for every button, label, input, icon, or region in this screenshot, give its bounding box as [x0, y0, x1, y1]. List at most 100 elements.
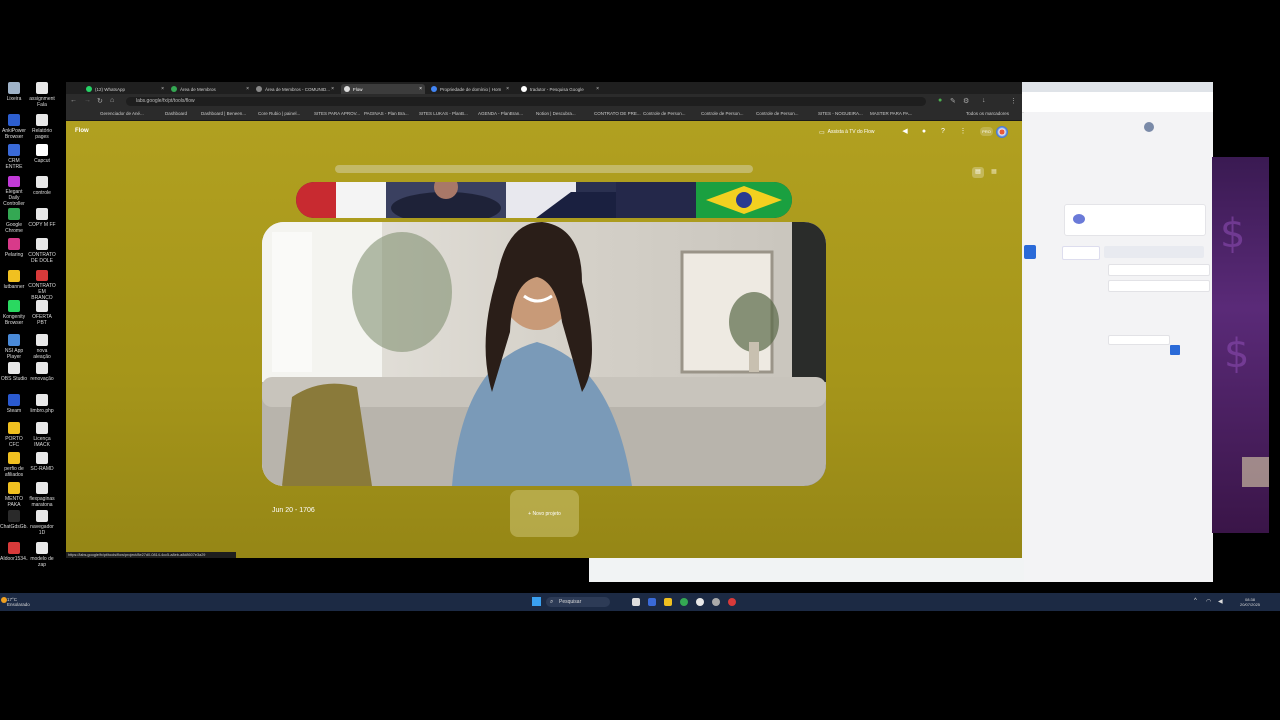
pencil-icon[interactable]: ✎ — [950, 97, 956, 105]
file-explorer-icon[interactable] — [664, 598, 672, 606]
bookmark-item[interactable]: Controle de Person... — [701, 111, 744, 116]
taskbar-search[interactable]: ⌕ Pesquisar — [546, 597, 610, 607]
desktop-icon[interactable]: lutbanner — [0, 270, 28, 300]
app-title[interactable]: Flow — [75, 128, 89, 134]
bookmark-item[interactable]: Dashboard | Beneen... — [201, 111, 246, 116]
date-field[interactable] — [1108, 335, 1170, 345]
system-clock[interactable]: 08:38 20/07/2025 — [1240, 597, 1260, 607]
bookmark-item[interactable]: Gerenciador de Ané... — [100, 111, 144, 116]
back-arrow-icon[interactable]: ← — [70, 97, 77, 104]
discord-icon[interactable]: ● — [920, 128, 928, 136]
secondary-button[interactable] — [1062, 246, 1100, 260]
bookmark-item[interactable]: SITES PARA APROV... — [314, 111, 360, 116]
desktop-icon[interactable]: OFERTA PBT — [28, 300, 56, 330]
desktop-icon[interactable]: AnkiPower Browser — [0, 114, 28, 144]
desktop-icon[interactable]: renovação — [28, 362, 56, 392]
avatar[interactable] — [1144, 122, 1154, 132]
tab-close-icon[interactable]: × — [161, 86, 164, 92]
tab-close-icon[interactable]: × — [246, 86, 249, 92]
extension-icon[interactable]: ● — [938, 97, 942, 104]
bookmark-item[interactable]: Controle de Person... — [756, 111, 799, 116]
desktop-icon[interactable]: CONTRATO EM BRANCO — [28, 270, 56, 300]
desktop-icon[interactable]: CRM ENTRE — [0, 144, 28, 174]
desktop-icon[interactable]: Capcut — [28, 144, 56, 174]
desktop-icon[interactable]: navegador 1D — [28, 510, 56, 540]
bookmark-item[interactable]: SITES - NOGUEIRA... — [818, 111, 863, 116]
obs-icon[interactable] — [712, 598, 720, 606]
chrome-icon[interactable] — [680, 598, 688, 606]
bookmark-item[interactable]: AGENDA - PlanBran... — [478, 111, 523, 116]
new-item-button[interactable] — [1104, 246, 1204, 258]
desktop-icon[interactable]: Licença IMACK — [28, 422, 56, 452]
desktop-icon[interactable]: OBS Studio — [0, 362, 28, 392]
home-icon[interactable]: ⌂ — [110, 97, 114, 104]
tab-0[interactable]: (12) WhatsApp × — [83, 84, 167, 94]
bookmark-item[interactable]: CONTRATO DE PRE... — [594, 111, 641, 116]
desktop-icon[interactable]: CONTRATO DE DOLE — [28, 238, 56, 268]
bookmark-item[interactable]: SITES LUKAS - PlanB... — [419, 111, 468, 116]
puzzle-icon[interactable]: ⚙ — [963, 97, 969, 105]
new-project-button[interactable]: + Novo projeto — [510, 490, 579, 537]
desktop-icon[interactable]: NSI App Player — [0, 334, 28, 364]
desktop-icon[interactable]: AIdoor1534... — [0, 542, 28, 572]
video-thumbnail[interactable] — [296, 182, 792, 218]
filter-select[interactable] — [1108, 280, 1210, 292]
desktop-icon[interactable]: Elegant Daily Controller — [0, 176, 28, 206]
task-view-icon[interactable] — [632, 598, 640, 606]
desktop-icon[interactable]: modelo de zap — [28, 542, 56, 572]
app-icon[interactable] — [648, 598, 656, 606]
windows-start-icon[interactable] — [532, 597, 541, 606]
menu-dots-icon[interactable]: ⋮ — [1010, 97, 1017, 105]
tab-2[interactable]: Área de Membros - COMUNID... × — [253, 84, 337, 94]
url-field[interactable]: labs.google/fx/pt/tools/flow — [126, 97, 926, 106]
list-view-icon[interactable]: ▦ — [988, 167, 1000, 178]
video-preview[interactable] — [262, 222, 826, 486]
tab-3[interactable]: Flow × — [341, 84, 425, 94]
desktop-icon[interactable]: Kongenity Browser — [0, 300, 28, 330]
tab-1[interactable]: Área de Membros × — [168, 84, 252, 94]
bookmark-item[interactable]: Notion | Descubra... — [536, 111, 576, 116]
tab-4[interactable]: Propriedade de domínio | Hom × — [428, 84, 512, 94]
grid-view-icon[interactable]: ▤ — [972, 167, 984, 178]
forward-arrow-icon[interactable]: → — [84, 97, 91, 104]
desktop-icon[interactable]: MENTO PAKA — [0, 482, 28, 512]
desktop-icon[interactable]: perfio de afiliados — [0, 452, 28, 482]
desktop-icon[interactable]: Lixeira — [0, 82, 28, 112]
help-icon[interactable]: ? — [939, 128, 947, 136]
desktop-icon[interactable]: assignment Fala — [28, 82, 56, 112]
desktop-icon[interactable]: limbro.php — [28, 394, 56, 424]
bookmark-item[interactable]: Todos os marcadores — [966, 111, 1009, 116]
desktop-icon[interactable]: COPY M FF — [28, 208, 56, 238]
download-icon[interactable]: ↓ — [982, 97, 986, 104]
tray-chevron-icon[interactable]: ^ — [1194, 598, 1197, 604]
more-vert-icon[interactable]: ⋮ — [959, 128, 967, 136]
wifi-icon[interactable]: ◠ — [1206, 598, 1211, 605]
desktop-icon[interactable]: Pelaring — [0, 238, 28, 268]
desktop-icon[interactable]: Google Chrome — [0, 208, 28, 238]
volume-tray-icon[interactable]: ◀ — [1218, 598, 1223, 605]
desktop-icon[interactable]: flexpaginas maratona — [28, 482, 56, 512]
desktop-icon[interactable]: nova aleação — [28, 334, 56, 364]
bookmark-item[interactable]: PAGINAS - Plan Bra... — [364, 111, 409, 116]
tab-close-icon[interactable]: × — [331, 86, 334, 92]
bookmark-item[interactable]: Controle de Person... — [643, 111, 686, 116]
pagination-current[interactable] — [1170, 345, 1180, 355]
volume-icon[interactable]: ◀ — [901, 128, 909, 136]
bookmark-item[interactable]: MASTER PARA PA... — [870, 111, 912, 116]
desktop-icon[interactable]: ChatGdsGb... — [0, 510, 28, 540]
desktop-icon[interactable]: Relatório pages — [28, 114, 56, 144]
reload-icon[interactable]: ↻ — [97, 97, 103, 105]
primary-button[interactable] — [1024, 245, 1036, 259]
tab-5[interactable]: tradutor - Pesquisa Google × — [518, 84, 602, 94]
app-icon-2[interactable] — [696, 598, 704, 606]
avatar[interactable] — [996, 126, 1008, 138]
search-input[interactable] — [1108, 264, 1210, 276]
assist-flow-tv-button[interactable]: ▭ Assista à TV do Flow — [819, 126, 889, 138]
desktop-icon[interactable]: PORTO CFC — [0, 422, 28, 452]
tab-close-icon[interactable]: × — [419, 86, 422, 92]
desktop-icon[interactable]: controle — [28, 176, 56, 206]
browser-window[interactable]: (12) WhatsApp × Área de Membros × Área de Me… — [66, 82, 1022, 558]
bookmark-item[interactable]: Core Rubio | painel... — [258, 111, 300, 116]
tab-close-icon[interactable]: × — [596, 86, 599, 92]
bookmark-item[interactable]: Dashboard — [165, 111, 187, 116]
